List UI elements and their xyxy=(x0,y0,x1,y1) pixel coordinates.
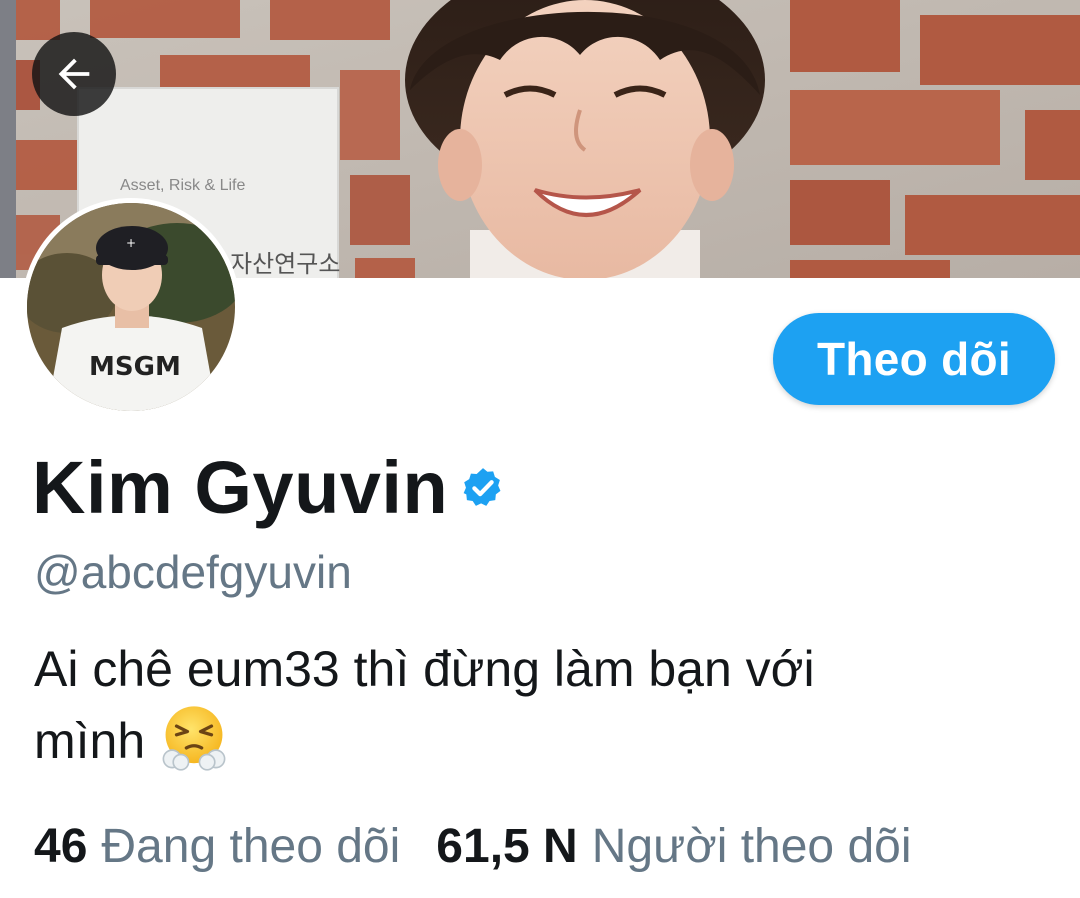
svg-text:+: + xyxy=(126,236,136,250)
avatar-photo: MSGM + xyxy=(27,203,235,411)
name-row: Kim Gyuvin xyxy=(32,440,506,536)
followers-stat[interactable]: 61,5 N Người theo dõi xyxy=(436,814,911,880)
verified-badge-icon xyxy=(463,468,501,506)
following-count: 46 xyxy=(34,820,88,873)
profile-bio: Ai chê eum33 thì đừng làm bạn với mình xyxy=(34,636,1044,771)
face-with-steam-from-nose-emoji-icon xyxy=(162,706,226,771)
avatar[interactable]: MSGM + xyxy=(22,198,240,416)
svg-text:MSGM: MSGM xyxy=(89,352,181,382)
svg-text:자산연구소: 자산연구소 xyxy=(230,250,340,278)
followers-label: Người theo dõi xyxy=(591,820,912,873)
profile-stats: 46 Đang theo dõi 61,5 N Người theo dõi xyxy=(34,814,912,880)
display-name: Kim Gyuvin xyxy=(32,446,449,529)
following-stat[interactable]: 46 Đang theo dõi xyxy=(34,814,400,880)
profile-page: Asset, Risk & Life 자산연구소 MSGM + Theo dõi… xyxy=(0,0,1080,898)
followers-count: 61,5 N xyxy=(436,820,578,873)
follow-button[interactable]: Theo dõi xyxy=(773,313,1055,405)
back-button[interactable] xyxy=(32,32,116,116)
bio-line-2-wrap: mình xyxy=(34,702,1044,771)
following-label: Đang theo dõi xyxy=(101,820,401,873)
svg-text:Asset, Risk & Life: Asset, Risk & Life xyxy=(120,177,245,194)
user-handle: @abcdefgyuvin xyxy=(34,546,352,598)
bio-line-2: mình xyxy=(34,713,146,769)
bio-line-1: Ai chê eum33 thì đừng làm bạn với xyxy=(34,641,815,697)
arrow-left-icon xyxy=(58,58,90,90)
